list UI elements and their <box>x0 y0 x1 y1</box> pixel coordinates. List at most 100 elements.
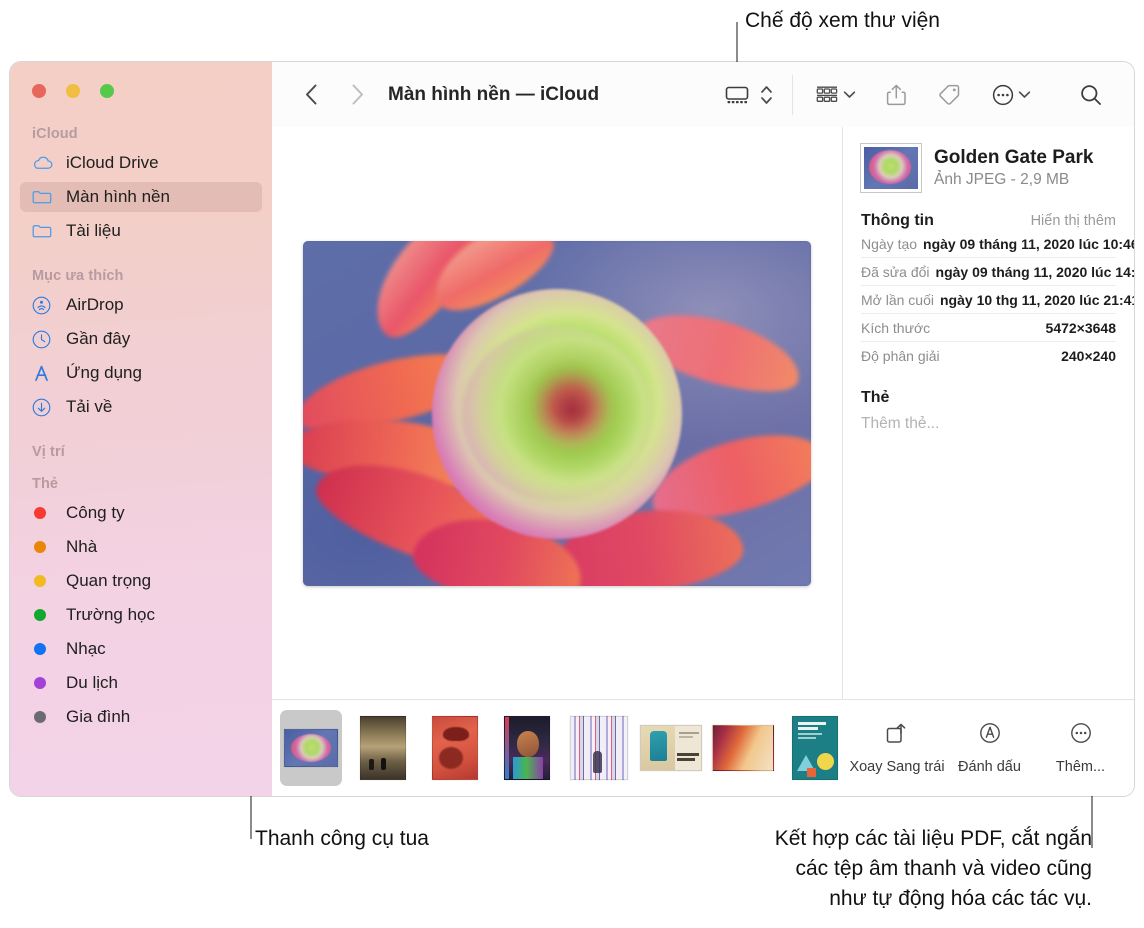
sidebar-list: iCloud iCloud Drive Màn hình nền Tài liệ… <box>10 62 272 732</box>
tags-button[interactable] <box>932 78 966 112</box>
thumbnail-portrait-neon[interactable] <box>496 710 558 786</box>
airdrop-icon <box>32 295 58 315</box>
tag-dot-icon <box>32 605 58 625</box>
quick-actions-bar: Xoay Sang trái Đánh dấu Thêm... <box>842 699 1134 796</box>
sidebar-item-tai-lieu[interactable]: Tài liệu <box>20 216 262 246</box>
tags-section-title: Thẻ <box>861 389 890 406</box>
sidebar-item-label: Công ty <box>66 503 125 522</box>
info-row-key: Độ phân giải <box>861 348 940 364</box>
markup-action[interactable]: Đánh dấu <box>944 721 1035 775</box>
sidebar-item-ung-dung[interactable]: Ứng dụng <box>20 358 262 388</box>
minimize-button[interactable] <box>66 84 80 98</box>
sidebar-item-tag-cong-ty[interactable]: Công ty <box>20 498 262 528</box>
view-stepper[interactable] <box>755 78 778 112</box>
tag-dot-icon <box>32 503 58 523</box>
sidebar-item-tag-du-lich[interactable]: Du lịch <box>20 668 262 698</box>
info-row-value: 5472×3648 <box>1045 320 1116 336</box>
show-more-link[interactable]: Hiển thị thêm <box>1031 213 1116 229</box>
search-group <box>1052 62 1134 127</box>
sidebar-item-tag-quan-trong[interactable]: Quan trọng <box>20 566 262 596</box>
add-tag-field[interactable]: Thêm thẻ... <box>861 415 1116 433</box>
tag-dot-icon <box>32 707 58 727</box>
thumbnail-forest-path[interactable] <box>352 710 414 786</box>
tag-dot-icon <box>32 639 58 659</box>
sidebar-item-man-hinh-nen[interactable]: Màn hình nền <box>20 182 262 212</box>
thumbnail-stripes[interactable] <box>568 710 630 786</box>
sidebar-item-tag-gia-dinh[interactable]: Gia đình <box>20 702 262 732</box>
group-by-button[interactable] <box>809 78 861 112</box>
callout-more-actions: Kết hợp các tài liệu PDF, cắt ngắn các t… <box>774 827 1092 910</box>
downloads-icon <box>32 397 58 417</box>
sidebar-item-tag-nhac[interactable]: Nhạc <box>20 634 262 664</box>
sidebar-item-label: Gần đây <box>66 329 131 348</box>
rotate-left-action[interactable]: Xoay Sang trái <box>849 721 945 775</box>
folder-icon <box>32 221 58 241</box>
view-controls <box>705 62 792 127</box>
tag-dot-icon <box>32 673 58 693</box>
sidebar-item-label: Du lịch <box>66 673 118 692</box>
thumbnail-gradient[interactable] <box>712 710 774 786</box>
cloud-icon <box>32 153 58 173</box>
gallery-view-button[interactable] <box>719 78 755 112</box>
sidebar-item-gan-day[interactable]: Gần đây <box>20 324 262 354</box>
sidebar-item-label: Nhạc <box>66 639 106 658</box>
close-button[interactable] <box>32 84 46 98</box>
info-section: Thông tin Hiển thị thêm Ngày tạo ngày 09… <box>861 212 1134 433</box>
clock-icon <box>32 329 58 349</box>
filmstrip[interactable] <box>272 699 842 796</box>
toolbar: Màn hình nền — iCloud <box>272 62 1134 128</box>
tag-dot-icon <box>32 571 58 591</box>
chevron-down-icon <box>1018 86 1031 104</box>
thumbnail-red-hands[interactable] <box>424 710 486 786</box>
preview-area <box>272 127 842 700</box>
thumbnail-marketing-plan[interactable] <box>784 710 846 786</box>
window-title: Màn hình nền — iCloud <box>388 83 600 105</box>
sidebar-item-icloud-drive[interactable]: iCloud Drive <box>20 148 262 178</box>
preview-image[interactable] <box>303 241 811 586</box>
info-section-title: Thông tin <box>861 212 934 229</box>
info-row-value: ngày 09 tháng 11, 2020 lúc 10:46 <box>923 236 1134 252</box>
sidebar-item-label: iCloud Drive <box>66 153 159 172</box>
sidebar-item-label: Trường học <box>66 605 155 624</box>
sidebar-section-header-tags: Thẻ <box>32 476 59 492</box>
action-label: Xoay Sang trái <box>849 759 945 775</box>
sidebar: iCloud iCloud Drive Màn hình nền Tài liệ… <box>10 62 272 796</box>
zoom-button[interactable] <box>100 84 114 98</box>
back-button[interactable] <box>294 78 328 112</box>
sidebar-item-label: Quan trọng <box>66 571 152 590</box>
markup-icon <box>977 721 1003 750</box>
sidebar-item-airdrop[interactable]: AirDrop <box>20 290 262 320</box>
folder-icon <box>32 187 58 207</box>
forward-button[interactable] <box>340 78 374 112</box>
more-actions-button[interactable] <box>986 78 1036 112</box>
sidebar-item-tai-ve[interactable]: Tải về <box>20 392 262 422</box>
info-row-key: Kích thước <box>861 320 931 336</box>
action-label: Thêm... <box>1055 759 1106 775</box>
info-row-created: Ngày tạo ngày 09 tháng 11, 2020 lúc 10:4… <box>861 230 1134 258</box>
sidebar-item-tag-nha[interactable]: Nhà <box>20 532 262 562</box>
callout-scrub-bar: Thanh công cụ tua <box>255 827 429 850</box>
file-name: Golden Gate Park <box>934 146 1094 168</box>
file-header: Golden Gate Park Ảnh JPEG - 2,9 MB <box>843 127 1134 192</box>
info-section-header: Thông tin Hiển thị thêm <box>861 212 1116 230</box>
chevron-down-icon <box>843 86 856 104</box>
callout-library-view: Chế độ xem thư viện <box>745 9 940 32</box>
sidebar-item-label: Nhà <box>66 537 98 556</box>
sidebar-item-label: Tải về <box>66 397 113 416</box>
sidebar-section-header-locations: Vị trí <box>32 444 65 460</box>
info-row-modified: Đã sửa đổi ngày 09 tháng 11, 2020 lúc 14… <box>861 258 1134 286</box>
file-thumbnail <box>861 144 921 192</box>
sidebar-section-header-icloud: iCloud <box>32 126 78 142</box>
applications-icon <box>32 363 58 383</box>
thumbnail-golden-gate-park[interactable] <box>280 710 342 786</box>
action-label: Đánh dấu <box>958 759 1021 775</box>
traffic-lights <box>32 84 114 98</box>
more-action[interactable]: Thêm... <box>1035 721 1126 775</box>
search-button[interactable] <box>1074 78 1108 112</box>
toolbar-right <box>705 62 1134 127</box>
sidebar-item-label: Gia đình <box>66 707 131 726</box>
thumbnail-louisa-harris[interactable] <box>640 710 702 786</box>
share-button[interactable] <box>881 78 912 112</box>
sidebar-item-tag-truong-hoc[interactable]: Trường học <box>20 600 262 630</box>
info-row-key: Mở lần cuối <box>861 292 934 308</box>
